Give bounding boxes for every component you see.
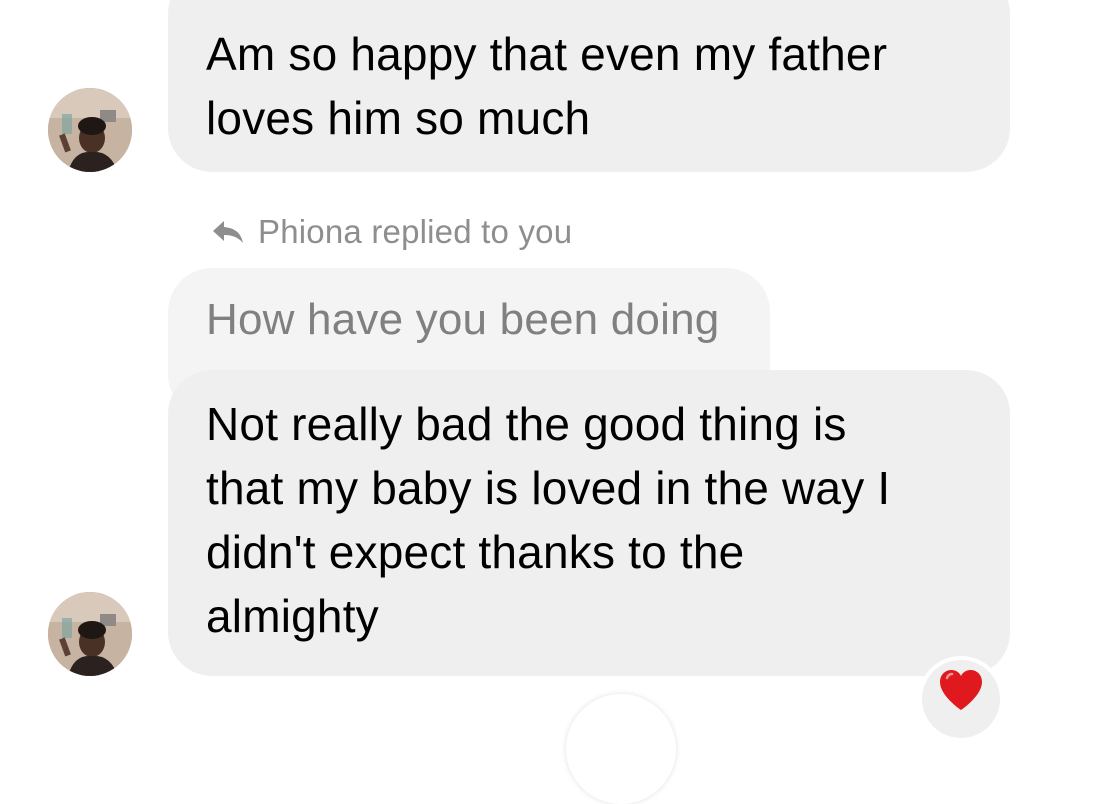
reply-label-text: Phiona replied to you	[258, 213, 573, 250]
scroll-to-bottom-button[interactable]	[566, 694, 676, 804]
message-line: loves him so much	[206, 92, 591, 144]
sender-avatar[interactable]	[48, 88, 132, 172]
message-bubble[interactable]: Not really bad the good thing is that my…	[168, 370, 1010, 676]
avatar-photo-icon	[48, 88, 132, 172]
red-heart-icon	[940, 670, 982, 710]
message-bubble[interactable]: Am so happy that even my father loves hi…	[168, 0, 1010, 172]
message-reaction[interactable]	[918, 656, 1004, 742]
message-line: Am so happy that even my father	[206, 28, 888, 80]
message-text: Not really bad the good thing is that my…	[206, 392, 890, 648]
message-text: Am so happy that even my father loves hi…	[206, 22, 887, 150]
avatar-photo-icon	[48, 592, 132, 676]
reply-arrow-icon	[213, 221, 243, 243]
message-line: almighty	[206, 590, 379, 642]
quoted-message-text: How have you been doing	[206, 295, 720, 344]
reply-indicator: Phiona replied to you	[210, 208, 572, 256]
message-line: Not really bad the good thing is	[206, 398, 847, 450]
message-line: that my baby is loved in the way I	[206, 462, 891, 514]
sender-avatar[interactable]	[48, 592, 132, 676]
message-line: didn't expect thanks to the	[206, 526, 745, 578]
